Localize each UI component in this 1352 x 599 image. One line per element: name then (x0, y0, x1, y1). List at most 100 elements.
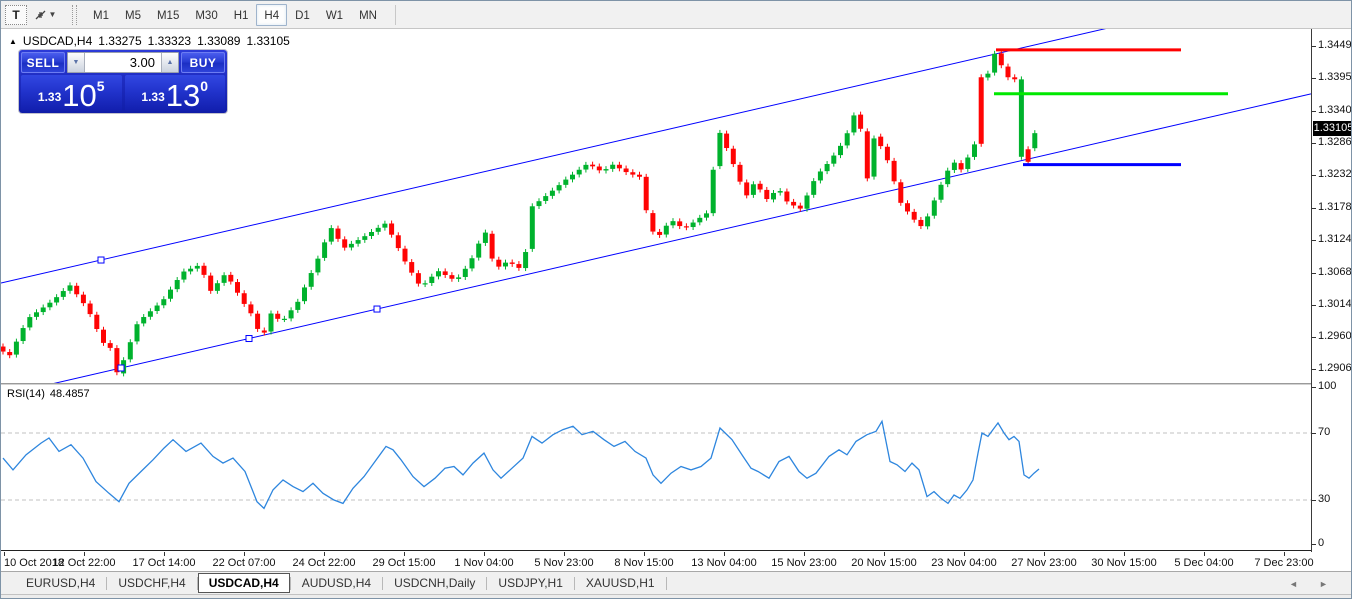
axis-tick (1312, 500, 1316, 501)
time-axis-label: 8 Nov 15:00 (614, 557, 673, 569)
rsi-axis-label: 100 (1318, 380, 1336, 392)
axis-tick (1312, 273, 1316, 274)
axis-tick (1312, 175, 1316, 176)
close-value: 1.33105 (246, 34, 289, 48)
time-axis-label: 27 Nov 23:00 (1011, 557, 1076, 569)
toolbar: T ▼ M1M5M15M30H1H4D1W1MN (1, 1, 1351, 29)
timeframe-button-w1[interactable]: W1 (318, 4, 351, 26)
time-axis-label: 29 Oct 15:00 (373, 557, 436, 569)
toolbar-grip[interactable] (72, 5, 77, 25)
sell-price-base: 1.33 (38, 90, 61, 104)
low-value: 1.33089 (197, 34, 240, 48)
channel-lower-line[interactable] (1, 94, 1311, 383)
sell-price-big: 10 (62, 81, 96, 110)
timeframe-button-d1[interactable]: D1 (287, 4, 318, 26)
time-axis-label: 7 Dec 23:00 (1254, 557, 1313, 569)
buy-price-display[interactable]: 1.33 13 0 (125, 75, 226, 111)
buy-button[interactable]: BUY (181, 52, 225, 73)
time-axis-label: 1 Nov 04:00 (454, 557, 513, 569)
timeframe-toolbar: M1M5M15M30H1H4D1W1MN (85, 1, 385, 29)
rsi-canvas[interactable] (1, 385, 1311, 551)
buy-price-sup: 0 (200, 78, 208, 94)
timeframe-button-h4[interactable]: H4 (256, 4, 287, 26)
chart-tab-usdcnh-daily[interactable]: USDCNH,Daily (383, 573, 486, 593)
sell-price-display[interactable]: 1.33 10 5 (21, 75, 122, 111)
symbol-label: USDCAD,H4 (23, 34, 92, 48)
status-strip (1, 594, 1352, 599)
mt4-window: T ▼ M1M5M15M30H1H4D1W1MN ▲ USDCAD,H4 1.3… (0, 0, 1352, 599)
chart-tab-xauusd-h1[interactable]: XAUUSD,H1 (575, 573, 666, 593)
dropdown-caret-icon: ▼ (49, 10, 57, 19)
price-axis-label: 1.30685 (1318, 266, 1352, 278)
collapse-arrow-icon[interactable]: ▲ (9, 37, 17, 46)
time-axis-label: 30 Nov 15:00 (1091, 557, 1156, 569)
buy-price-base: 1.33 (141, 90, 164, 104)
price-chart-panel[interactable]: ▲ USDCAD,H4 1.33275 1.33323 1.33089 1.33… (1, 29, 1311, 383)
chart-tab-eurusd-h4[interactable]: EURUSD,H4 (15, 573, 106, 593)
time-tick (884, 552, 885, 556)
text-tool-button[interactable]: T (5, 5, 27, 25)
sell-button[interactable]: SELL (21, 52, 65, 73)
chart-tab-usdcad-h4[interactable]: USDCAD,H4 (198, 573, 290, 593)
volume-increase-button[interactable]: ▲ (161, 53, 178, 72)
rsi-value: 48.4857 (50, 388, 90, 400)
rsi-name: RSI(14) (7, 388, 45, 400)
time-tick (244, 552, 245, 556)
time-axis[interactable]: 10 Oct 201812 Oct 22:0017 Oct 14:0022 Oc… (1, 552, 1352, 571)
time-tick (1204, 552, 1205, 556)
timeframe-button-m15[interactable]: M15 (149, 4, 187, 26)
timeframe-button-m30[interactable]: M30 (187, 4, 225, 26)
timeframe-button-m1[interactable]: M1 (85, 4, 117, 26)
chart-tab-usdchf-h4[interactable]: USDCHF,H4 (107, 573, 196, 593)
axis-tick (1312, 143, 1316, 144)
high-value: 1.33323 (148, 34, 191, 48)
chart-tab-bar: EURUSD,H4USDCHF,H4USDCAD,H4AUDUSD,H4USDC… (1, 571, 1352, 594)
channel-handle[interactable] (246, 336, 252, 342)
volume-decrease-button[interactable]: ▼ (68, 53, 85, 72)
rsi-axis-label: 30 (1318, 493, 1330, 505)
price-axis-label: 1.30145 (1318, 298, 1352, 310)
time-axis-label: 15 Nov 23:00 (771, 557, 836, 569)
axis-tick (1312, 208, 1316, 209)
rsi-panel[interactable]: RSI(14) 48.4857 (1, 385, 1311, 551)
time-tick (1284, 552, 1285, 556)
rsi-axis-label: 0 (1318, 537, 1324, 549)
cycle-arrows-tool-button[interactable]: ▼ (30, 5, 60, 25)
volume-input[interactable] (85, 53, 161, 72)
time-tick (644, 552, 645, 556)
timeframe-button-mn[interactable]: MN (351, 4, 385, 26)
time-tick (964, 552, 965, 556)
time-axis-label: 5 Dec 04:00 (1174, 557, 1233, 569)
tab-scroll-right-button[interactable]: ► (1319, 579, 1328, 589)
time-tick (1044, 552, 1045, 556)
open-value: 1.33275 (98, 34, 141, 48)
channel-handle[interactable] (374, 306, 380, 312)
time-tick (4, 552, 5, 556)
rsi-line (3, 421, 1039, 508)
time-tick (1124, 552, 1125, 556)
time-tick (164, 552, 165, 556)
timeframe-button-m5[interactable]: M5 (117, 4, 149, 26)
sell-price-sup: 5 (97, 78, 105, 94)
time-axis-label: 12 Oct 22:00 (53, 557, 116, 569)
channel-handle[interactable] (98, 257, 104, 263)
chart-tab-audusd-h4[interactable]: AUDUSD,H4 (291, 573, 382, 593)
axis-tick (1312, 337, 1316, 338)
channel-handle[interactable] (118, 365, 124, 371)
time-tick (84, 552, 85, 556)
price-axis[interactable]: 1.344951.339551.334001.328601.323201.317… (1311, 29, 1352, 552)
timeframe-button-h1[interactable]: H1 (226, 4, 257, 26)
up-arrow-icon: ▲ (167, 59, 174, 66)
buy-price-big: 13 (166, 81, 200, 110)
tab-scroll-left-button[interactable]: ◄ (1289, 579, 1298, 589)
double-arrow-icon (34, 9, 47, 21)
time-tick (724, 552, 725, 556)
rsi-indicator-label: RSI(14) 48.4857 (7, 388, 90, 400)
axis-tick (1312, 78, 1316, 79)
chart-tab-usdjpy-h1[interactable]: USDJPY,H1 (487, 573, 573, 593)
axis-tick (1312, 433, 1316, 434)
axis-tick (1312, 46, 1316, 47)
time-tick (484, 552, 485, 556)
down-arrow-icon: ▼ (73, 59, 80, 66)
time-axis-label: 22 Oct 07:00 (213, 557, 276, 569)
